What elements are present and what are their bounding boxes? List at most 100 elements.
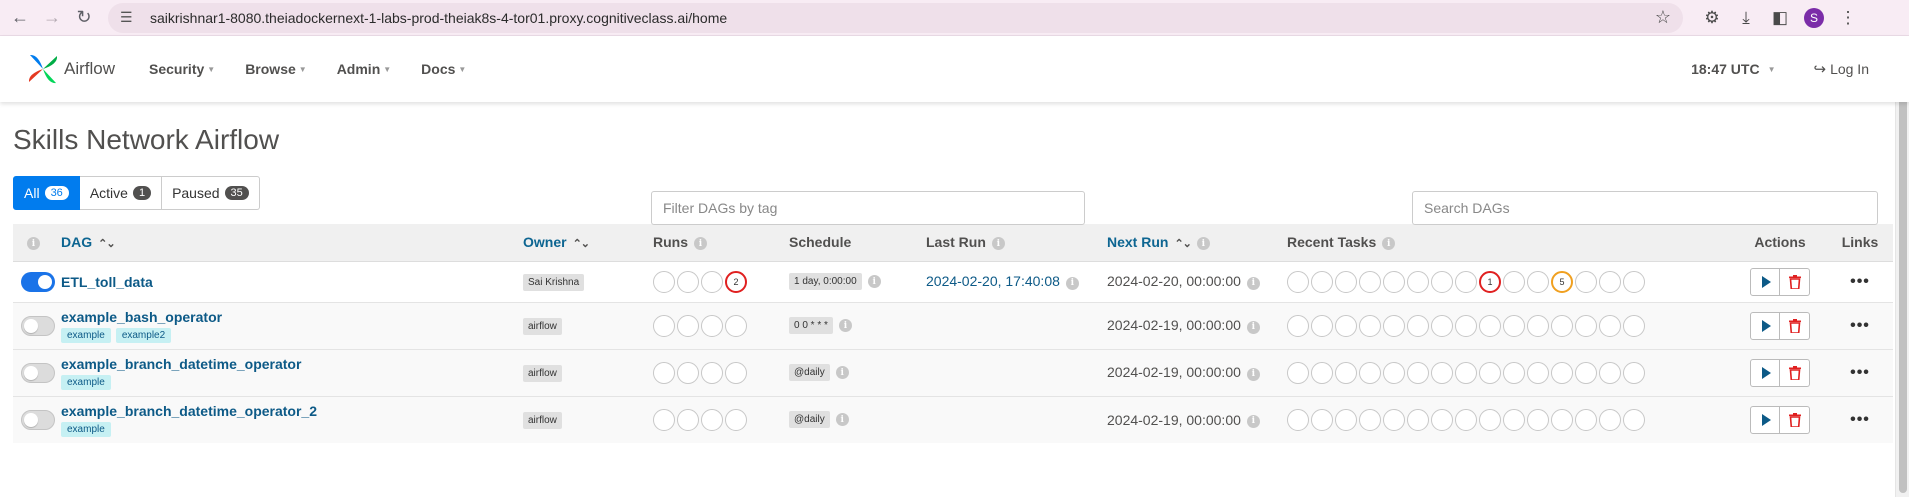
task-state-circle[interactable] (1407, 408, 1429, 431)
run-state-circle[interactable] (653, 270, 675, 293)
task-state-circle[interactable] (1359, 270, 1381, 293)
task-state-circle[interactable] (1359, 361, 1381, 384)
task-state-circle[interactable] (1407, 314, 1429, 337)
url-text[interactable]: saikrishnar1-8080.theiadockernext-1-labs… (150, 10, 1655, 26)
task-state-circle[interactable] (1599, 408, 1621, 431)
task-state-circle[interactable] (1311, 361, 1333, 384)
run-state-circle[interactable] (701, 270, 723, 293)
schedule-badge[interactable]: 0 0 * * * (789, 317, 833, 335)
more-links-icon[interactable]: ••• (1850, 411, 1870, 428)
task-state-circle[interactable] (1503, 270, 1525, 293)
task-state-circle[interactable] (1383, 408, 1405, 431)
owner-badge[interactable]: airflow (523, 317, 562, 335)
back-icon[interactable]: ← (6, 4, 34, 32)
task-state-circle[interactable] (1287, 314, 1309, 337)
sort-icon[interactable]: ⌃⌄ (573, 238, 590, 250)
task-state-circle[interactable] (1623, 361, 1645, 384)
task-state-circle[interactable] (1479, 314, 1501, 337)
task-state-circle[interactable] (1599, 314, 1621, 337)
task-state-circle[interactable] (1311, 408, 1333, 431)
dag-tag[interactable]: example (61, 374, 111, 390)
schedule-badge[interactable]: 1 day, 0:00:00 (789, 273, 862, 291)
task-state-circle[interactable] (1407, 270, 1429, 293)
run-state-circle[interactable] (677, 361, 699, 384)
info-icon[interactable]: i (1065, 276, 1079, 290)
task-state-circle[interactable] (1479, 361, 1501, 384)
brand[interactable]: Airflow (26, 52, 115, 86)
info-icon[interactable]: i (27, 237, 40, 251)
delete-dag-button[interactable] (1780, 358, 1810, 387)
sort-icon[interactable]: ⌃⌄ (98, 238, 115, 250)
task-state-circle[interactable] (1575, 408, 1597, 431)
task-state-circle[interactable] (1551, 314, 1573, 337)
task-state-circle[interactable] (1551, 361, 1573, 384)
info-icon[interactable]: i (1246, 414, 1260, 428)
sort-icon[interactable]: ⌃⌄ (1174, 238, 1191, 250)
run-state-circle[interactable] (725, 408, 747, 431)
info-icon[interactable]: i (867, 275, 881, 289)
task-state-circle[interactable] (1527, 314, 1549, 337)
task-state-circle[interactable] (1623, 314, 1645, 337)
task-state-circle[interactable] (1335, 270, 1357, 293)
task-state-circle[interactable]: 1 (1479, 270, 1501, 293)
filter-paused-button[interactable]: Paused 35 (162, 176, 260, 210)
dag-name-link[interactable]: example_branch_datetime_operator_2 (61, 403, 507, 419)
task-state-circle[interactable] (1335, 361, 1357, 384)
tag-filter-input[interactable] (651, 191, 1085, 225)
login-link[interactable]: ↪ Log In (1813, 60, 1869, 78)
run-state-circle[interactable] (725, 361, 747, 384)
timezone-dropdown[interactable]: 18:47 UTC ▼ (1691, 61, 1775, 77)
delete-dag-button[interactable] (1780, 267, 1810, 296)
info-icon[interactable]: i (1246, 276, 1260, 290)
task-state-circle[interactable] (1455, 270, 1477, 293)
task-state-circle[interactable] (1287, 270, 1309, 293)
schedule-badge[interactable]: @daily (789, 411, 830, 429)
info-icon[interactable]: i (835, 413, 849, 427)
owner-badge[interactable]: airflow (523, 411, 562, 429)
dag-pause-toggle[interactable] (21, 315, 55, 336)
dag-tag[interactable]: example2 (115, 327, 172, 343)
task-state-circle[interactable] (1599, 270, 1621, 293)
menu-docs[interactable]: Docs ▼ (421, 61, 466, 77)
task-state-circle[interactable] (1599, 361, 1621, 384)
task-state-circle[interactable] (1383, 270, 1405, 293)
header-owner[interactable]: Owner ⌃⌄ (515, 224, 645, 262)
task-state-circle[interactable] (1455, 408, 1477, 431)
task-state-circle[interactable] (1503, 408, 1525, 431)
run-state-circle[interactable] (677, 314, 699, 337)
info-icon[interactable]: i (694, 237, 707, 251)
bookmark-star-icon[interactable]: ☆ (1655, 7, 1671, 28)
info-icon[interactable]: i (991, 237, 1005, 251)
info-icon[interactable]: i (1246, 320, 1260, 334)
run-state-circle[interactable] (653, 408, 675, 431)
menu-browse[interactable]: Browse ▼ (245, 61, 307, 77)
scrollbar-thumb[interactable] (1899, 48, 1907, 493)
run-state-circle[interactable] (653, 314, 675, 337)
task-state-circle[interactable] (1623, 408, 1645, 431)
dag-name-link[interactable]: example_branch_datetime_operator (61, 356, 507, 372)
task-state-circle[interactable] (1575, 270, 1597, 293)
task-state-circle[interactable] (1383, 314, 1405, 337)
task-state-circle[interactable] (1575, 314, 1597, 337)
dag-pause-toggle[interactable] (21, 362, 55, 383)
reload-icon[interactable]: ↻ (70, 4, 98, 32)
run-state-circle[interactable]: 2 (725, 270, 747, 293)
dag-tag[interactable]: example (61, 421, 111, 437)
dag-pause-toggle[interactable] (21, 409, 55, 430)
task-state-circle[interactable] (1431, 270, 1453, 293)
task-state-circle[interactable] (1527, 361, 1549, 384)
dag-tag[interactable]: example (61, 327, 111, 343)
run-state-circle[interactable] (653, 361, 675, 384)
run-state-circle[interactable] (677, 408, 699, 431)
info-icon[interactable]: i (1382, 237, 1396, 251)
info-icon[interactable]: i (1196, 237, 1210, 251)
site-settings-icon[interactable]: ☰ (120, 9, 140, 26)
sidebar-icon[interactable]: ◧ (1763, 8, 1797, 28)
search-dags-input[interactable] (1412, 191, 1878, 225)
run-state-circle[interactable] (677, 270, 699, 293)
more-links-icon[interactable]: ••• (1850, 317, 1870, 334)
forward-icon[interactable]: → (38, 4, 66, 32)
task-state-circle[interactable] (1335, 408, 1357, 431)
info-icon[interactable]: i (838, 319, 852, 333)
delete-dag-button[interactable] (1780, 311, 1810, 340)
